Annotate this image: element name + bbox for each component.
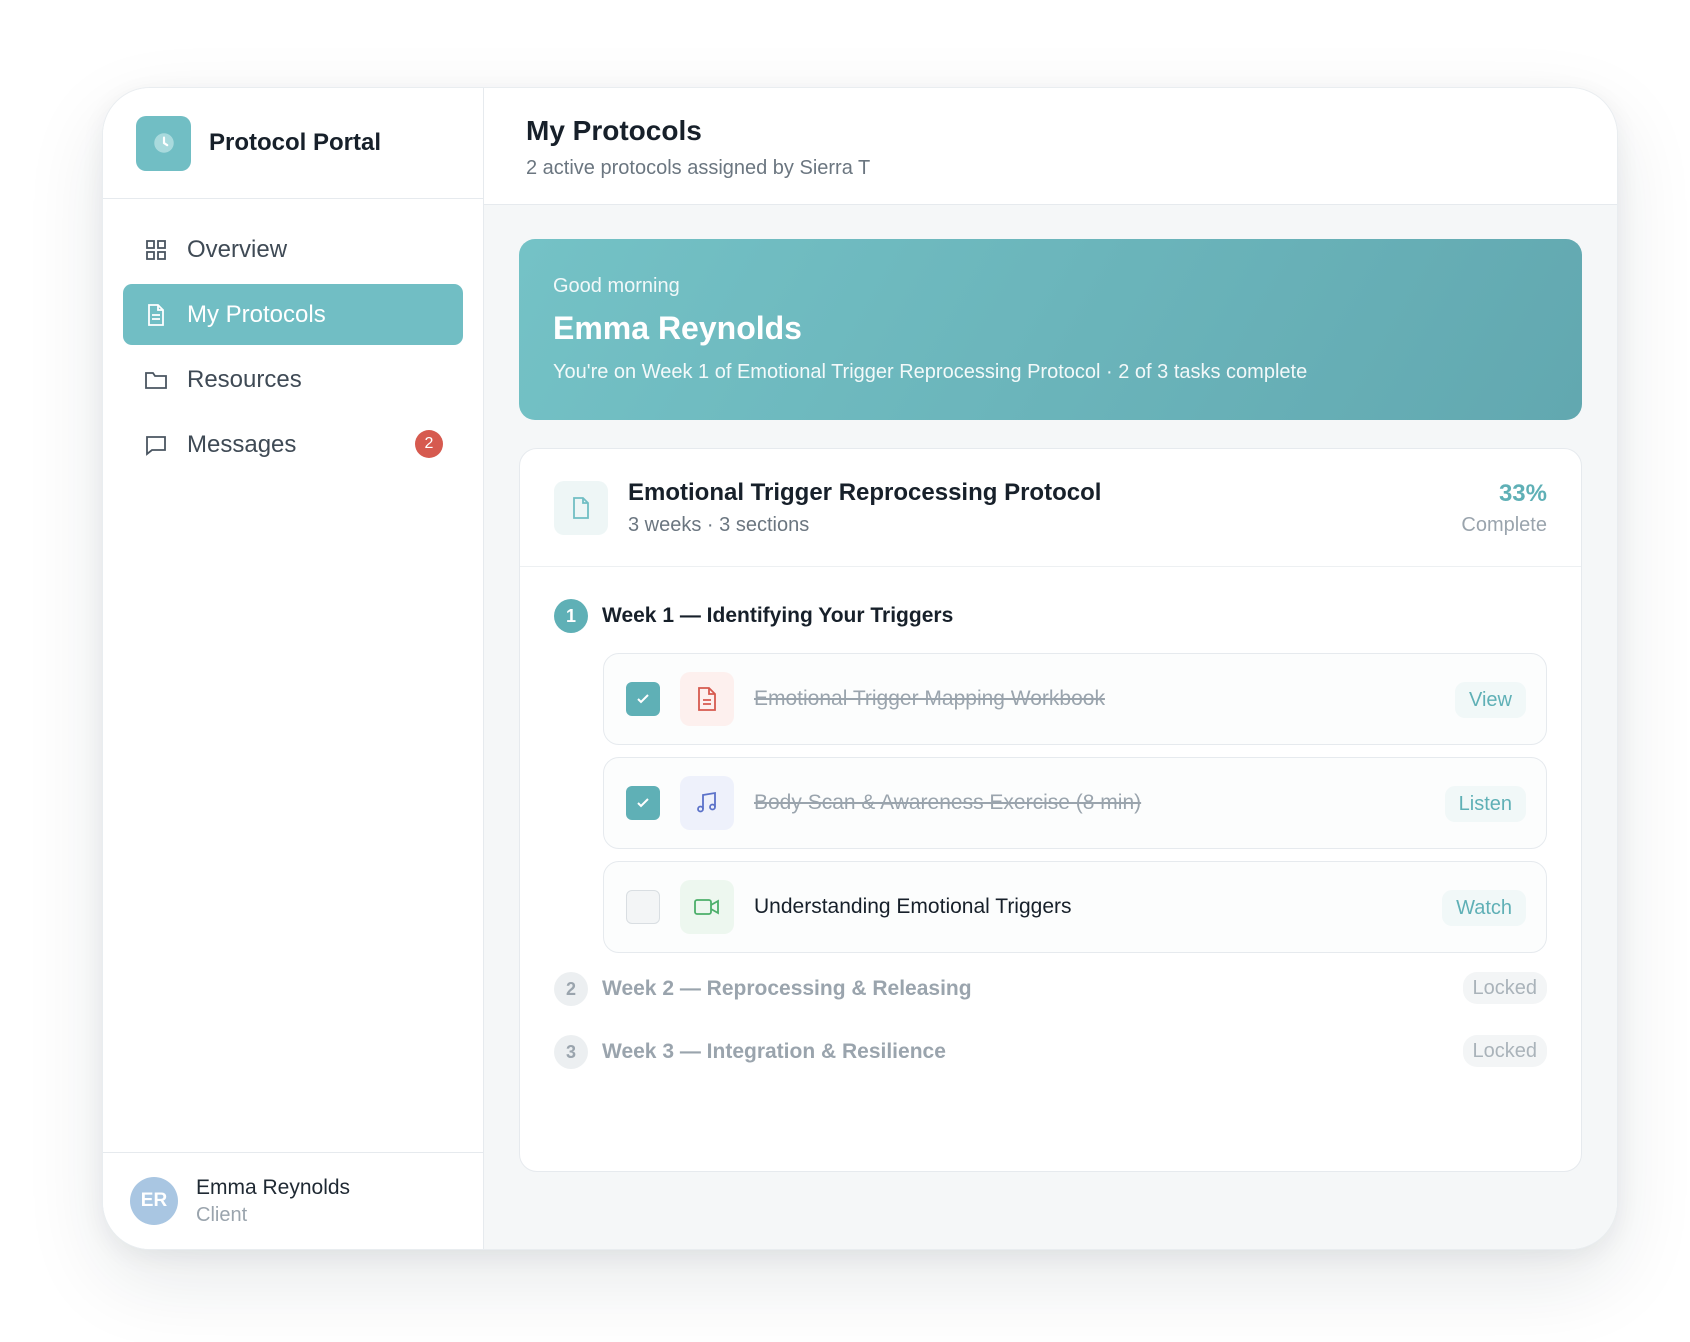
clock-icon [136, 115, 191, 171]
main: My Protocols 2 active protocols assigned… [484, 88, 1617, 1249]
percent-label: Complete [1461, 514, 1547, 536]
brand: Protocol Portal [103, 88, 483, 199]
week-number: 3 [554, 1035, 588, 1069]
welcome-banner: Good morning Emma Reynolds You're on Wee… [519, 239, 1582, 420]
week-label: Week 2 — Reprocessing & Releasing [602, 977, 972, 1000]
task-checkbox-checked[interactable] [626, 786, 660, 820]
brand-title: Protocol Portal [209, 129, 382, 156]
task-label: Body Scan & Awareness Exercise (8 min) [754, 791, 1142, 814]
protocol-card: Emotional Trigger Reprocessing Protocol … [519, 448, 1582, 1172]
sidebar-item-label: Overview [187, 235, 288, 263]
greeting: Good morning [553, 275, 680, 297]
app-window: Protocol Portal Overview My Protocols Re… [102, 87, 1618, 1250]
avatar: ER [130, 1177, 178, 1225]
stage: Protocol Portal Overview My Protocols Re… [0, 0, 1690, 1342]
completion-percent: 33% Complete [1461, 480, 1547, 537]
percent-value: 33% [1498, 480, 1547, 507]
sidebar: Protocol Portal Overview My Protocols Re… [103, 88, 484, 1249]
page-subtitle: 2 active protocols assigned by Sierra T [526, 157, 871, 179]
page-header: My Protocols 2 active protocols assigned… [484, 88, 1617, 205]
sidebar-item-label: Messages [187, 430, 297, 458]
user-name: Emma Reynolds [196, 1175, 351, 1199]
week-number: 1 [554, 599, 588, 633]
weeks-list: 1 Week 1 — Identifying Your Triggers Emo… [520, 567, 1581, 1069]
task-checkbox-checked[interactable] [626, 682, 660, 716]
user-role: Client [196, 1203, 248, 1226]
protocol-meta: 3 weeks · 3 sections [628, 513, 810, 536]
progress-summary: You're on Week 1 of Emotional Trigger Re… [553, 361, 1308, 383]
sidebar-item-messages[interactable]: Messages 2 [123, 414, 463, 475]
sidebar-nav: Overview My Protocols Resources Messages… [103, 199, 483, 1152]
task-item: Understanding Emotional Triggers Watch [603, 861, 1547, 953]
listen-button[interactable]: Listen [1444, 786, 1526, 822]
week-label: Week 3 — Integration & Resilience [602, 1040, 946, 1063]
task-checkbox-unchecked[interactable] [626, 890, 660, 924]
sidebar-item-resources[interactable]: Resources [123, 349, 463, 410]
document-icon [554, 480, 608, 535]
sidebar-item-my-protocols[interactable]: My Protocols [123, 284, 463, 345]
message-icon [143, 432, 169, 458]
task-item: Emotional Trigger Mapping Workbook View [603, 653, 1547, 745]
folder-icon [143, 367, 169, 393]
protocol-header[interactable]: Emotional Trigger Reprocessing Protocol … [520, 449, 1581, 567]
week-1-tasks: Emotional Trigger Mapping Workbook View [520, 653, 1581, 953]
locked-badge: Locked [1462, 1035, 1547, 1067]
watch-button[interactable]: Watch [1442, 890, 1526, 926]
task-label: Emotional Trigger Mapping Workbook [754, 687, 1105, 710]
locked-badge: Locked [1462, 972, 1547, 1004]
sidebar-item-overview[interactable]: Overview [123, 219, 463, 280]
task-item: Body Scan & Awareness Exercise (8 min) L… [603, 757, 1547, 849]
protocol-title: Emotional Trigger Reprocessing Protocol [628, 478, 1102, 506]
week-label: Week 1 — Identifying Your Triggers [602, 604, 954, 627]
grid-icon [143, 237, 169, 263]
sidebar-item-label: Resources [187, 365, 302, 393]
week-1-header[interactable]: 1 Week 1 — Identifying Your Triggers [520, 599, 1581, 633]
greeting-name: Emma Reynolds [553, 310, 802, 346]
task-label: Understanding Emotional Triggers [754, 895, 1072, 918]
document-icon [680, 672, 734, 726]
video-icon [680, 880, 734, 934]
page-title: My Protocols [526, 115, 702, 146]
user-profile[interactable]: ER Emma Reynolds Client [103, 1152, 483, 1249]
content: Good morning Emma Reynolds You're on Wee… [484, 205, 1617, 1172]
week-3-header: 3 Week 3 — Integration & Resilience Lock… [520, 1035, 1581, 1069]
unread-badge: 2 [415, 430, 443, 458]
document-icon [143, 302, 169, 328]
week-2-header: 2 Week 2 — Reprocessing & Releasing Lock… [520, 972, 1581, 1006]
sidebar-item-label: My Protocols [187, 300, 326, 328]
view-button[interactable]: View [1455, 682, 1526, 718]
music-icon [680, 776, 734, 830]
week-number: 2 [554, 972, 588, 1006]
